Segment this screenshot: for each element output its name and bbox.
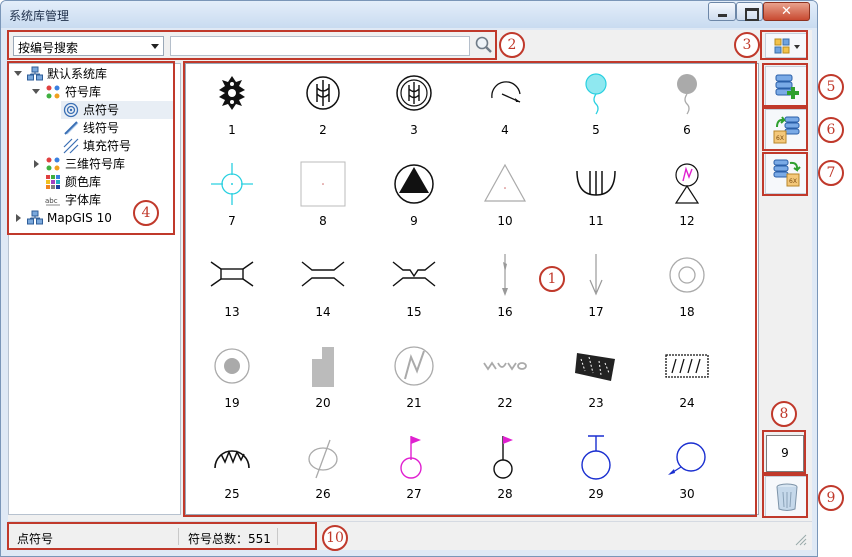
callout-frame-count-field — [762, 430, 806, 474]
callout-number: 5 — [818, 74, 844, 100]
callout-frame-search-bar — [7, 30, 497, 60]
minimize-button[interactable] — [708, 2, 736, 21]
callout-frame-view-button — [760, 30, 808, 60]
callout-frame-delete-button — [762, 474, 808, 518]
resize-grip-icon[interactable] — [795, 534, 807, 546]
maximize-icon — [737, 3, 762, 21]
callout-frame-add-button — [762, 63, 808, 107]
callout-number: 9 — [818, 485, 844, 511]
callout-number: 2 — [499, 32, 525, 58]
minimize-icon — [709, 3, 735, 20]
callout-number: 1 — [539, 266, 565, 292]
callout-number: 4 — [133, 200, 159, 226]
maximize-button[interactable] — [736, 2, 763, 21]
callout-number: 6 — [818, 117, 844, 143]
callout-frame-export-button — [762, 152, 808, 196]
close-button[interactable]: ✕ — [763, 2, 810, 21]
callout-number: 3 — [734, 32, 760, 58]
callout-number: 10 — [322, 525, 348, 551]
close-icon: ✕ — [781, 4, 792, 19]
callout-frame-import-button — [762, 107, 808, 151]
callout-frame-symbol-grid — [183, 61, 757, 517]
callout-frame-status-bar — [7, 522, 317, 550]
title-bar: 系统库管理 ✕ — [1, 1, 817, 28]
callout-number: 7 — [818, 160, 844, 186]
callout-number: 8 — [771, 401, 797, 427]
window-title: 系统库管理 — [9, 9, 70, 23]
